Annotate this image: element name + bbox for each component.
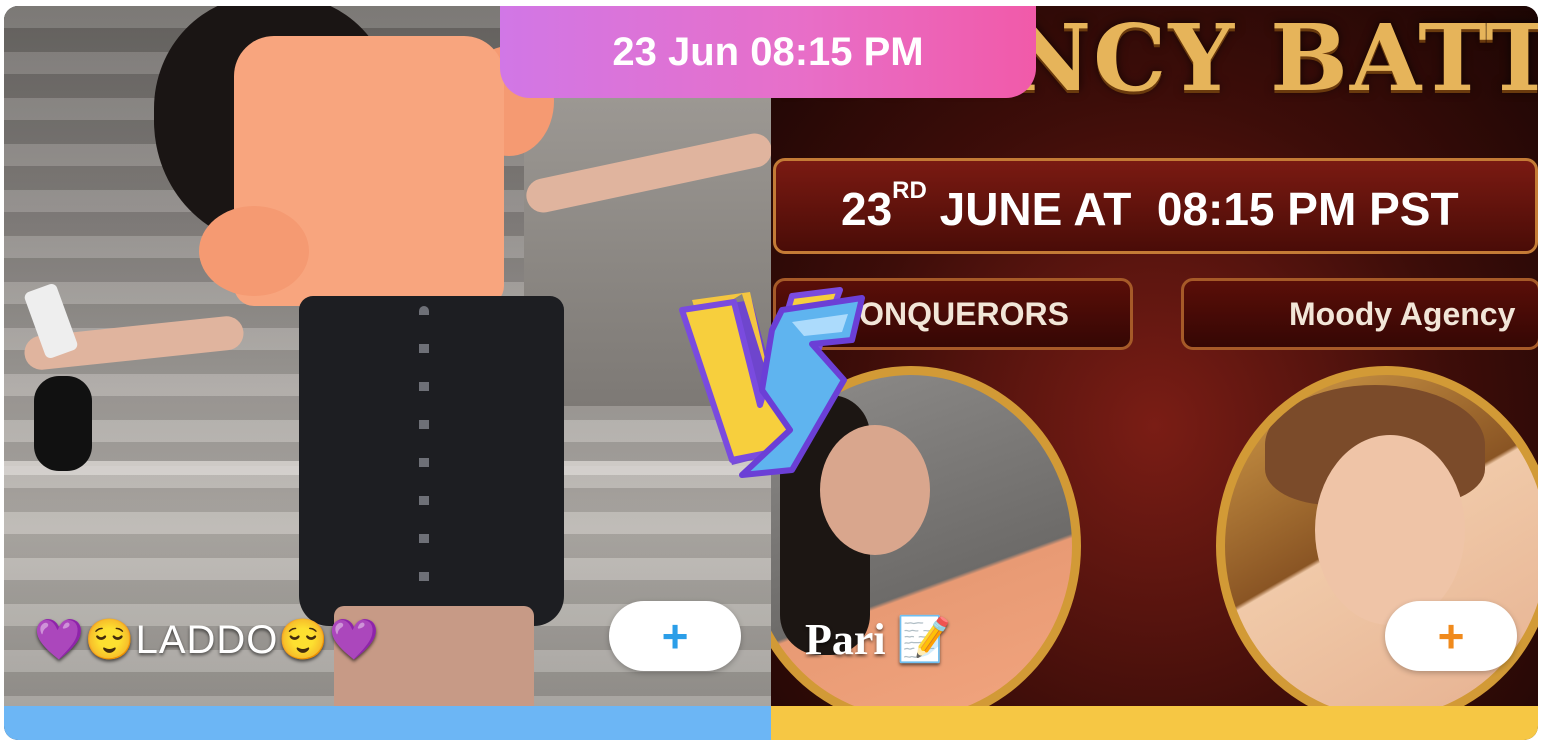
host-sleeve-left xyxy=(199,206,309,296)
host-bag xyxy=(34,376,92,471)
battle-date-band: 23RD JUNE AT 08:15 PM PST xyxy=(773,158,1538,254)
battle-datetime-pill: 23 Jun 08:15 PM xyxy=(500,6,1036,98)
left-team-bar xyxy=(4,706,771,740)
agency-right-label: Moody Agency xyxy=(1181,278,1538,350)
follow-left-host-button[interactable]: + xyxy=(609,601,741,671)
right-team-bar xyxy=(771,706,1538,740)
avatar-right-face xyxy=(1315,435,1465,625)
date-rest: JUNE AT 08:15 PM PST xyxy=(926,183,1459,235)
follow-right-host-button[interactable]: + xyxy=(1385,601,1517,671)
right-host-name: Pari 📝 xyxy=(805,615,952,664)
date-suffix: RD xyxy=(892,177,927,204)
left-host-name: 💜😌LADDO😌💜 xyxy=(34,618,381,662)
date-day: 23 xyxy=(841,183,893,235)
host-skirt xyxy=(299,296,564,626)
skirt-buttons xyxy=(419,306,429,606)
versus-badge-icon xyxy=(672,270,872,480)
